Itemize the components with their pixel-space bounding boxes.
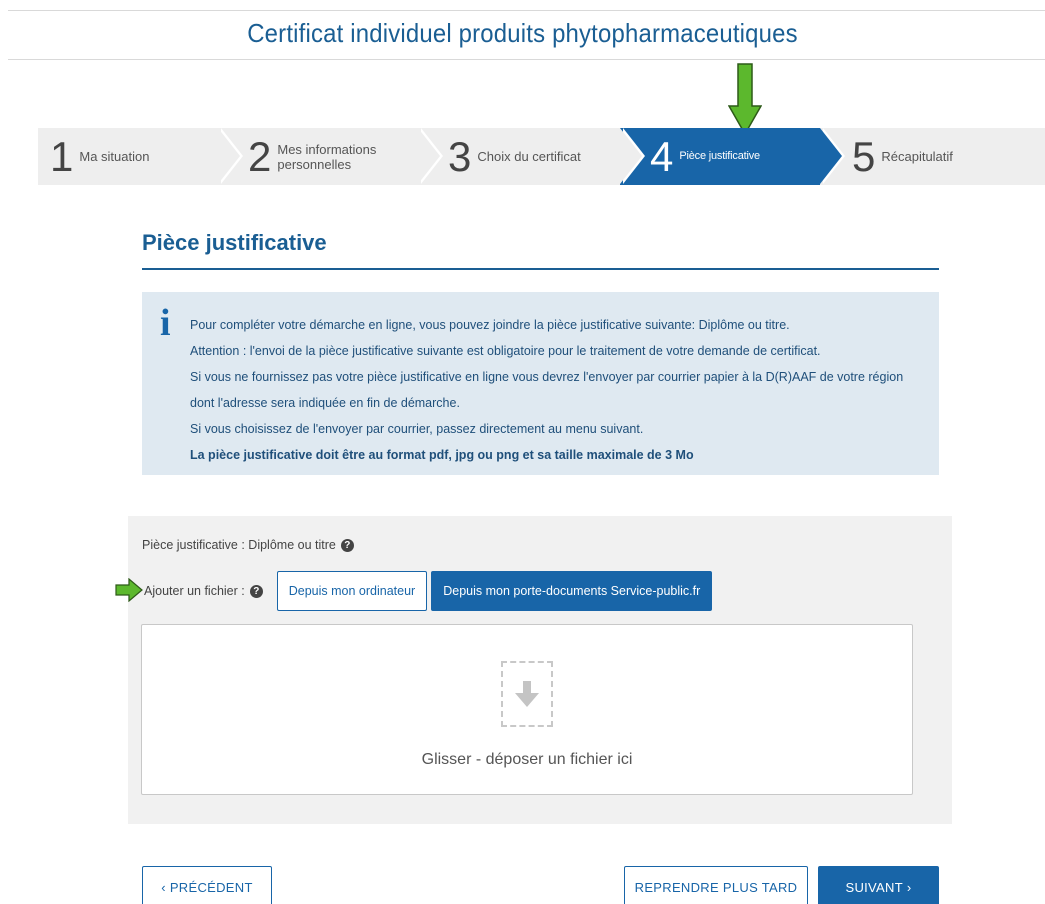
- step-label: Pièce justificative: [679, 150, 760, 162]
- step-number: 1: [50, 132, 74, 180]
- resume-later-button[interactable]: REPRENDRE PLUS TARD: [624, 866, 808, 904]
- step-number: 4: [650, 132, 674, 180]
- step-3[interactable]: 3 Choix du certificat: [418, 128, 645, 185]
- page-title: Certificat individuel produits phytophar…: [247, 18, 798, 48]
- section-divider: [142, 268, 939, 270]
- step-label: Mes informations personnelles: [277, 141, 377, 172]
- add-file-row: Ajouter un fichier : ? Depuis mon ordina…: [144, 571, 713, 611]
- info-icon: i: [160, 302, 171, 344]
- previous-button[interactable]: ‹ PRÉCÉDENT: [142, 866, 272, 904]
- info-line: Si vous ne fournissez pas votre pièce ju…: [190, 370, 904, 410]
- upload-panel: Pièce justificative : Diplôme ou titre ?…: [128, 516, 952, 824]
- info-line: Pour compléter votre démarche en ligne, …: [190, 318, 790, 332]
- info-line: Attention : l'envoi de la pièce justific…: [190, 344, 821, 358]
- step-number: 5: [852, 132, 876, 180]
- chevron-left-icon: ‹: [161, 879, 170, 895]
- next-button[interactable]: SUIVANT ›: [818, 866, 939, 904]
- step-label: Choix du certificat: [477, 149, 581, 164]
- step-number: 3: [448, 132, 472, 180]
- field-label-text: Pièce justificative : Diplôme ou titre: [142, 538, 336, 552]
- help-icon[interactable]: ?: [249, 584, 263, 598]
- step-label: Récapitulatif: [881, 149, 953, 164]
- upload-from-computer-button[interactable]: Depuis mon ordinateur: [276, 571, 428, 611]
- step-number: 2: [248, 132, 272, 180]
- step-1[interactable]: 1 Ma situation: [38, 128, 243, 185]
- info-line-format: La pièce justificative doit être au form…: [190, 448, 694, 462]
- chevron-right-icon: ›: [902, 879, 912, 895]
- annotation-arrow-down-icon: [728, 63, 762, 136]
- step-4-active[interactable]: 4 Pièce justificative: [620, 128, 845, 185]
- file-dropzone[interactable]: Glisser - déposer un fichier ici: [141, 624, 913, 795]
- upload-from-service-public-button[interactable]: Depuis mon porte-documents Service-publi…: [431, 571, 713, 611]
- add-file-label: Ajouter un fichier : ?: [144, 584, 263, 598]
- previous-label: PRÉCÉDENT: [169, 879, 253, 895]
- info-box: i Pour compléter votre démarche en ligne…: [142, 292, 939, 475]
- title-divider: [8, 59, 1045, 60]
- progress-stepper: 1 Ma situation 2 Mes informations person…: [38, 128, 1045, 185]
- download-arrow-icon: [501, 661, 553, 727]
- add-file-text: Ajouter un fichier :: [144, 584, 245, 598]
- info-line: Si vous choisissez de l'envoyer par cour…: [190, 422, 644, 436]
- step-2[interactable]: 2 Mes informations personnelles: [218, 128, 443, 185]
- dropzone-text: Glisser - déposer un fichier ici: [421, 751, 633, 768]
- section-title: Pièce justificative: [142, 230, 327, 255]
- step-5[interactable]: 5 Récapitulatif: [820, 128, 1045, 185]
- top-divider: [8, 10, 1045, 11]
- help-icon[interactable]: ?: [340, 538, 354, 552]
- field-label: Pièce justificative : Diplôme ou titre ?: [142, 538, 354, 552]
- annotation-arrow-right-icon: [115, 578, 143, 602]
- step-label: Ma situation: [79, 149, 150, 164]
- next-label: SUIVANT: [845, 879, 903, 895]
